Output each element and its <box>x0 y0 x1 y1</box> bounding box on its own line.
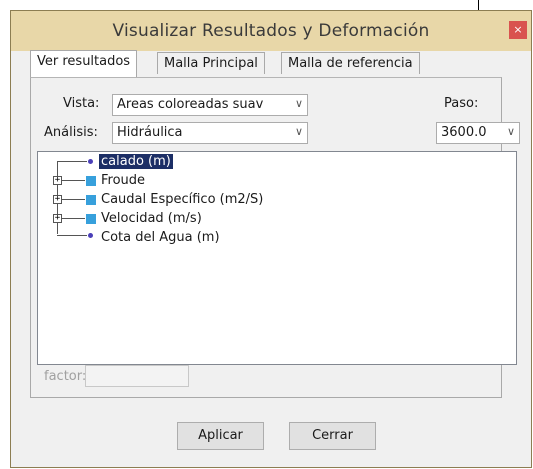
vista-select[interactable]: Areas coloreadas suav ∨ <box>112 94 308 116</box>
tree-connector <box>57 161 87 162</box>
tree-connector <box>57 235 87 236</box>
expand-icon[interactable]: + <box>53 214 62 223</box>
chevron-down-icon: ∨ <box>294 97 303 110</box>
title-bar[interactable]: Visualizar Resultados y Deformación × <box>11 11 531 51</box>
tree-item-cota[interactable]: Cota del Agua (m) <box>38 228 516 247</box>
apply-button[interactable]: Aplicar <box>177 422 264 450</box>
tree-item-label: Froude <box>101 173 146 188</box>
close-icon[interactable]: × <box>509 21 527 39</box>
tree-item-caudal[interactable]: + Caudal Específico (m2/S) <box>38 190 516 209</box>
tab-strip: Ver resultados Malla Principal Malla de … <box>30 50 500 78</box>
tree-item-label: Caudal Específico (m2/S) <box>101 192 264 207</box>
paso-label: Paso: <box>444 96 479 111</box>
chevron-down-icon: ∨ <box>506 125 515 138</box>
expand-icon[interactable]: + <box>53 195 62 204</box>
dot-icon <box>88 233 93 238</box>
factor-input[interactable] <box>85 365 189 387</box>
expand-icon[interactable]: + <box>53 176 62 185</box>
folder-icon <box>86 176 96 186</box>
tab-ver-resultados[interactable]: Ver resultados <box>30 50 138 77</box>
tab-malla-principal[interactable]: Malla Principal <box>157 52 265 74</box>
tree-item-label: Cota del Agua (m) <box>101 230 220 245</box>
analisis-label: Análisis: <box>44 125 98 140</box>
folder-icon <box>86 214 96 224</box>
paso-select[interactable]: 3600.0 ∨ <box>436 122 520 144</box>
results-tree[interactable]: calado (m) + Froude + Caudal Específico … <box>37 151 517 365</box>
tree-item-label: calado (m) <box>99 154 173 169</box>
paso-value: 3600.0 <box>441 125 487 140</box>
tree-item-velocidad[interactable]: + Velocidad (m/s) <box>38 209 516 228</box>
folder-icon <box>86 195 96 205</box>
vista-label: Vista: <box>63 96 100 111</box>
vista-value: Areas coloreadas suav <box>117 97 264 112</box>
analisis-value: Hidráulica <box>117 125 183 140</box>
factor-label: factor: <box>44 369 87 384</box>
chevron-down-icon: ∨ <box>294 125 303 138</box>
tree-item-calado[interactable]: calado (m) <box>38 152 516 171</box>
close-button[interactable]: Cerrar <box>289 422 376 450</box>
tree-item-froude[interactable]: + Froude <box>38 171 516 190</box>
analisis-select[interactable]: Hidráulica ∨ <box>112 122 308 144</box>
dot-icon <box>88 159 93 164</box>
tree-item-label: Velocidad (m/s) <box>101 211 202 226</box>
tab-malla-referencia[interactable]: Malla de referencia <box>281 52 420 74</box>
window-title: Visualizar Resultados y Deformación <box>112 21 430 41</box>
